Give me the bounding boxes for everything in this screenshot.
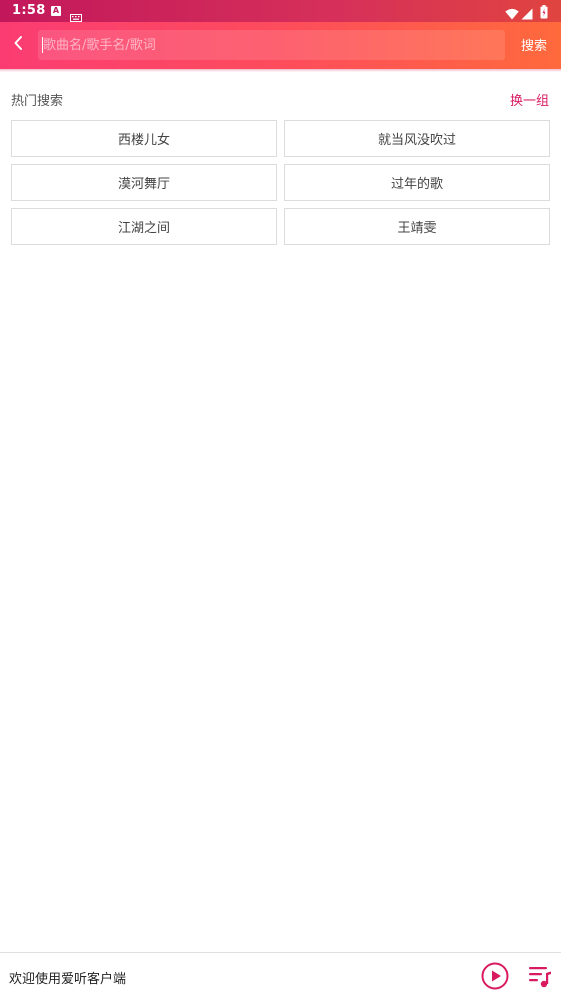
hot-search-item[interactable]: 西楼儿女 [11,120,277,157]
search-button[interactable]: 搜索 [521,35,547,54]
playlist-button[interactable] [527,962,553,990]
hot-search-item[interactable]: 就当风没吹过 [284,120,550,157]
a-notification-icon: A [51,6,61,16]
refresh-button[interactable]: 换一组 [510,90,549,109]
hot-search-item[interactable]: 江湖之间 [11,208,277,245]
playlist-music-icon [527,967,553,994]
hot-search-item[interactable]: 漠河舞厅 [11,164,277,201]
hot-search-item[interactable]: 过年的歌 [284,164,550,201]
chevron-left-icon [13,35,23,55]
hot-search-title: 热门搜索 [11,94,64,109]
battery-icon [540,4,548,23]
back-button[interactable] [6,33,30,57]
search-field[interactable] [38,30,505,60]
status-bar: 1:58 A [0,0,561,22]
search-input[interactable] [43,30,498,60]
mini-player-bar[interactable]: 欢迎使用爱听客户端 [0,952,561,999]
hot-search-item[interactable]: 王靖雯 [284,208,550,245]
search-header: 搜索 [0,22,561,69]
status-time: 1:58 [12,3,46,18]
play-circle-icon [480,962,510,995]
header-shadow [0,69,561,72]
play-button[interactable] [480,961,510,991]
player-status-text: 欢迎使用爱听客户端 [9,972,127,987]
